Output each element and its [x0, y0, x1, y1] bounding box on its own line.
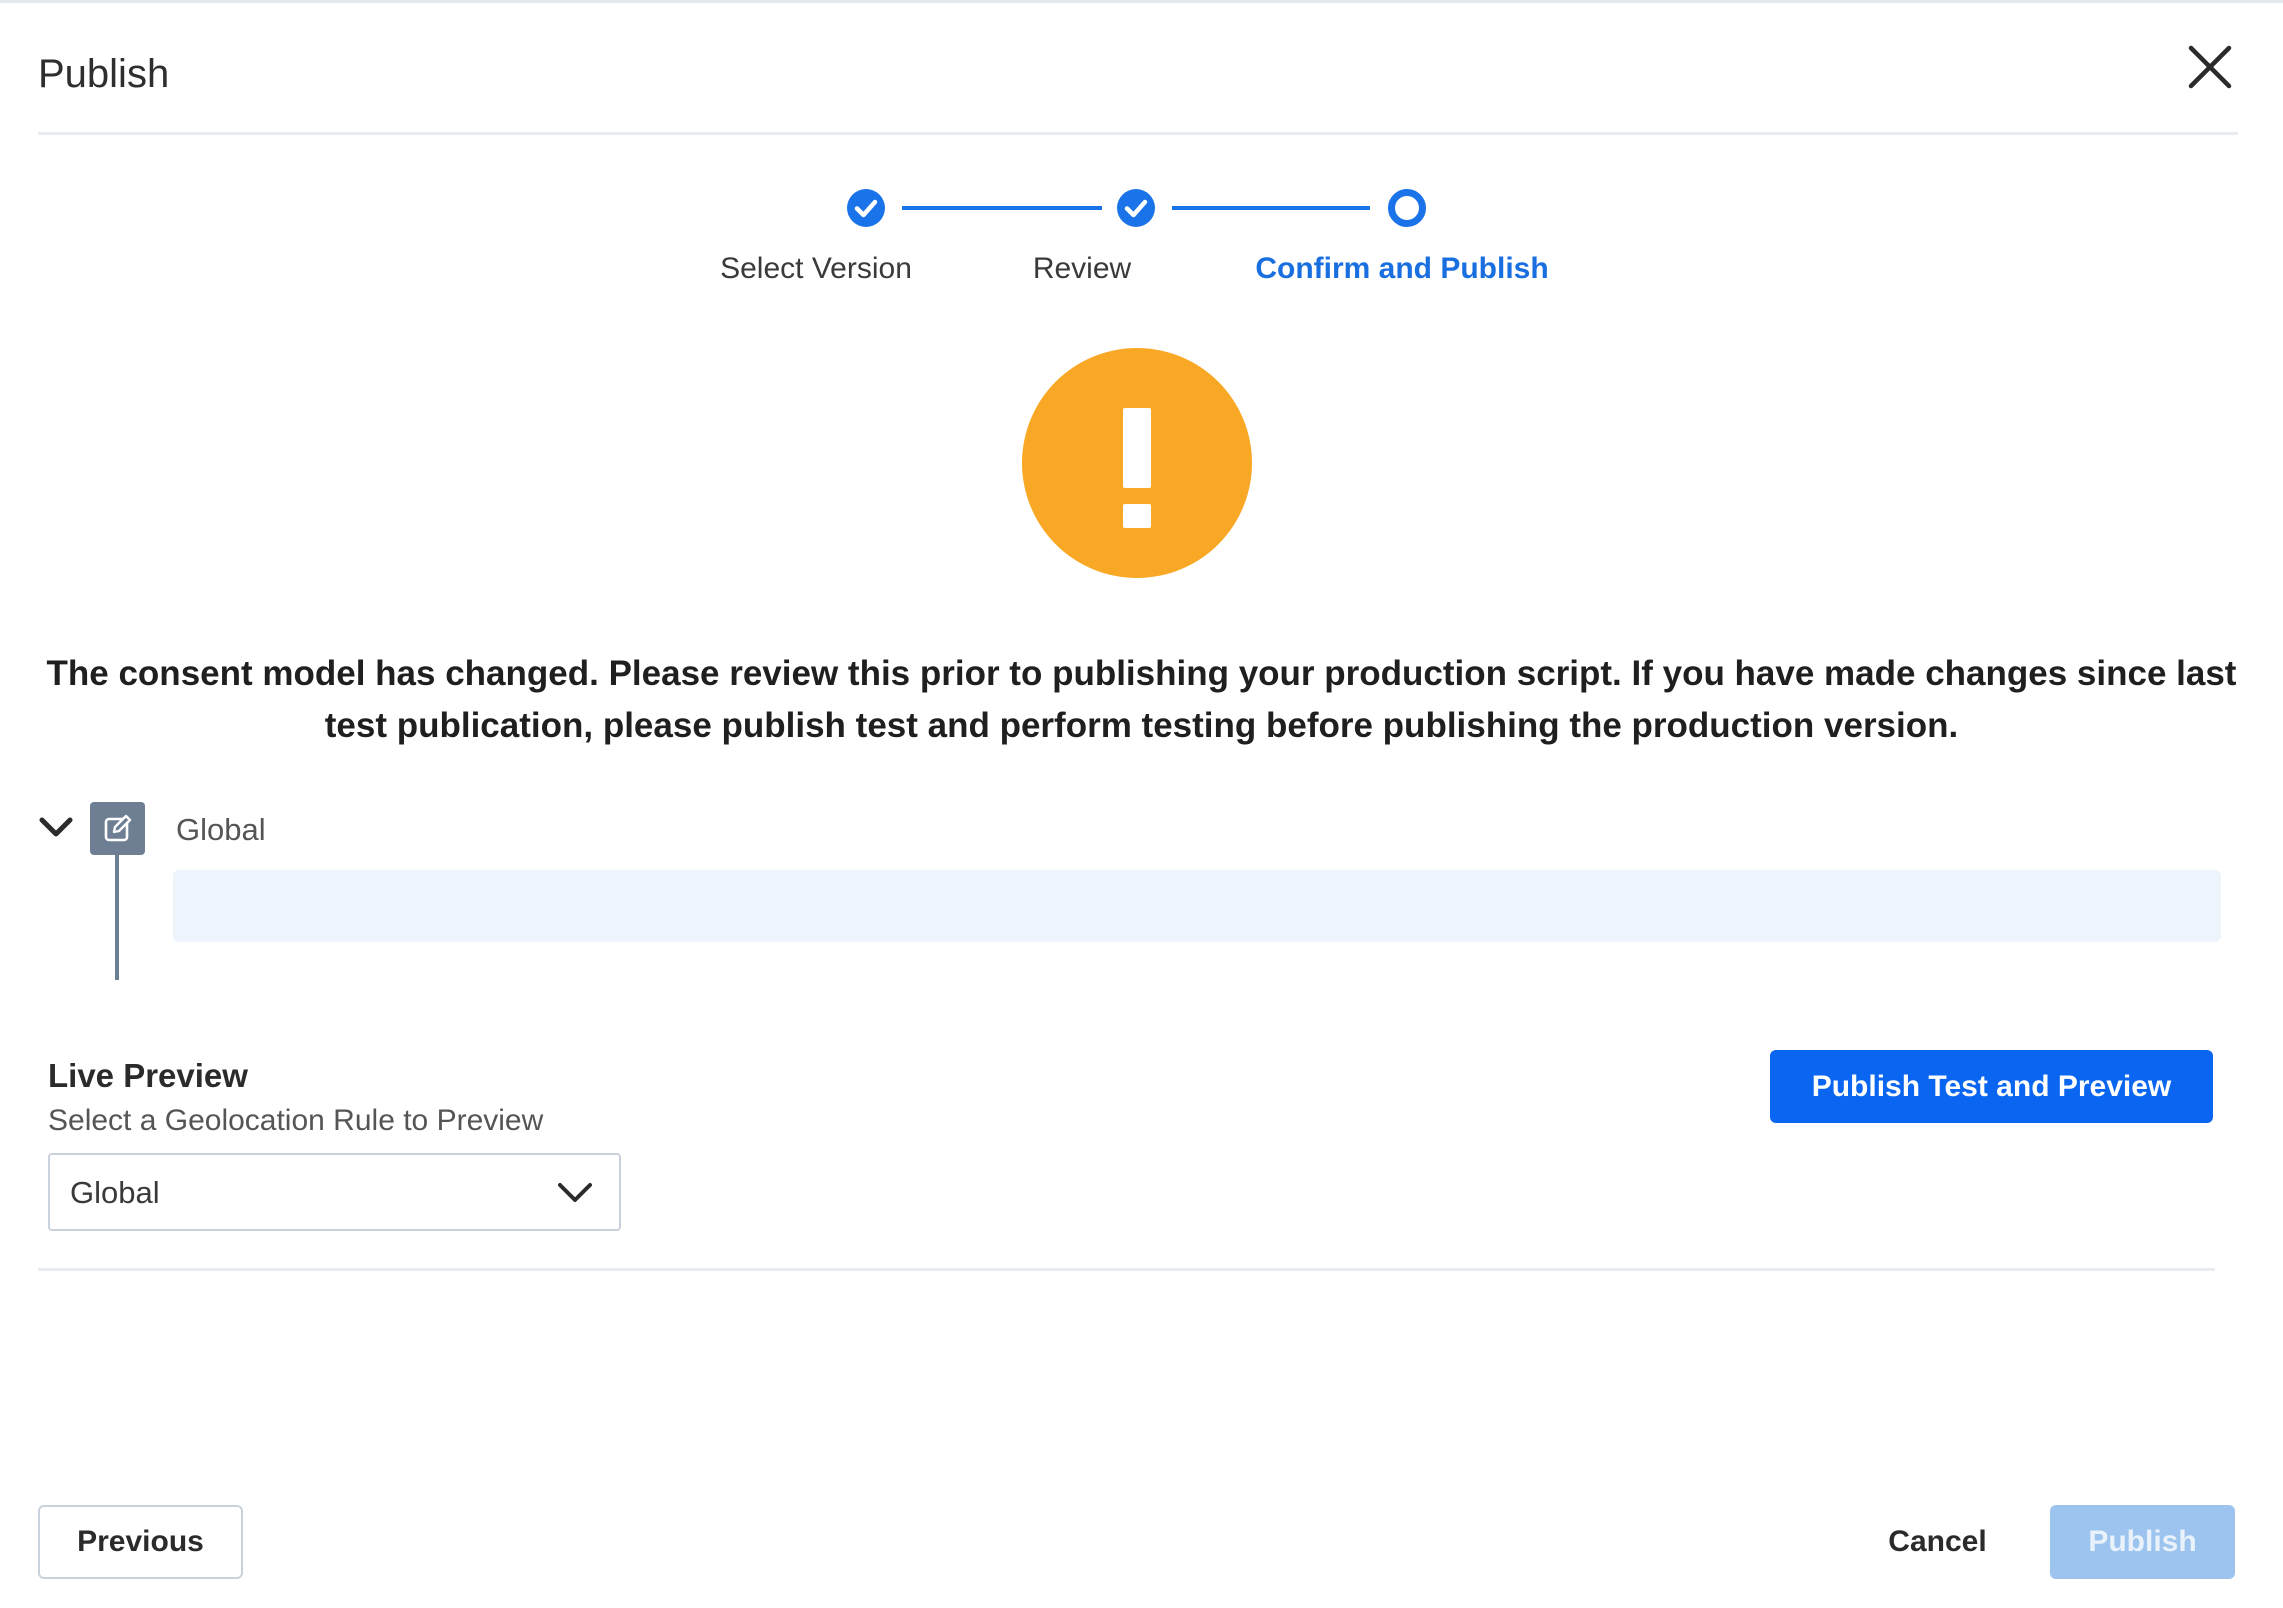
section-divider — [38, 1268, 2215, 1271]
header-divider — [38, 132, 2238, 135]
live-preview-title: Live Preview — [48, 1057, 248, 1094]
edit-icon[interactable] — [101, 812, 135, 846]
chevron-down-icon[interactable] — [36, 810, 76, 844]
rule-content-bar — [173, 870, 2221, 942]
step-label-confirm-and-publish: Confirm and Publish — [1255, 252, 1549, 285]
publish-test-and-preview-button[interactable]: Publish Test and Preview — [1770, 1050, 2213, 1123]
chevron-down-icon — [558, 1183, 592, 1202]
step-2-indicator — [1117, 189, 1155, 227]
warning-message: The consent model has changed. Please re… — [46, 654, 2237, 745]
tree-connector-line — [115, 855, 119, 980]
check-icon — [1124, 199, 1148, 218]
publish-button[interactable]: Publish — [2050, 1505, 2235, 1579]
warning-icon — [1022, 348, 1252, 578]
collapse-toggle[interactable] — [36, 810, 76, 844]
step-connector-1 — [902, 206, 1102, 210]
close-icon[interactable] — [2185, 42, 2235, 92]
check-icon — [854, 199, 878, 218]
cancel-button[interactable]: Cancel — [1870, 1505, 2005, 1579]
step-1-indicator — [847, 189, 885, 227]
edit-rule-button[interactable] — [90, 802, 145, 855]
live-preview-subtitle: Select a Geolocation Rule to Preview — [48, 1104, 544, 1137]
geolocation-rule-select[interactable]: Global — [48, 1153, 621, 1231]
rule-group-label: Global — [176, 812, 266, 847]
step-label-review: Review — [1032, 252, 1132, 285]
close-button[interactable] — [2185, 42, 2235, 92]
previous-button[interactable]: Previous — [38, 1505, 243, 1579]
step-3-indicator — [1388, 189, 1426, 227]
step-connector-2 — [1172, 206, 1370, 210]
modal-title: Publish — [38, 52, 170, 96]
selected-rule-value: Global — [70, 1175, 160, 1210]
window-top-border — [0, 0, 2283, 3]
